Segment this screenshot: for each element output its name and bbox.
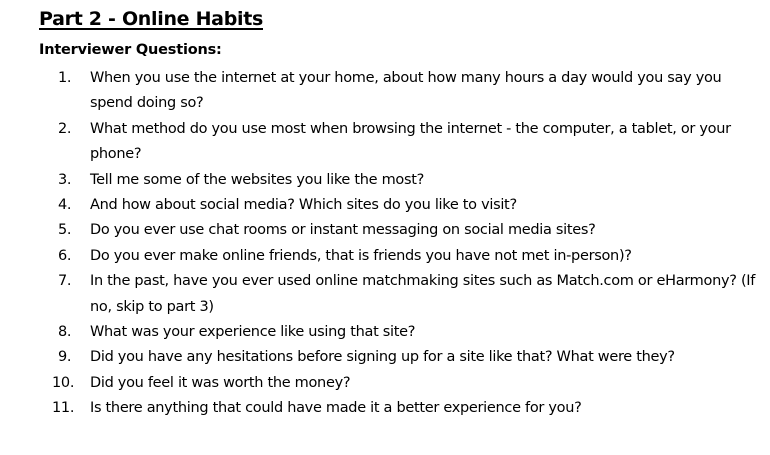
list-item: 6. Do you ever make online friends, that… bbox=[58, 244, 758, 269]
list-item: 10. Did you feel it was worth the money? bbox=[52, 371, 758, 396]
question-text: Tell me some of the websites you like th… bbox=[90, 171, 424, 188]
question-number: 3. bbox=[58, 171, 72, 188]
question-text: And how about social media? Which sites … bbox=[90, 197, 517, 214]
list-item: 1. When you use the internet at your hom… bbox=[58, 66, 758, 117]
question-text: Is there anything that could have made i… bbox=[90, 400, 582, 417]
question-text: Did you feel it was worth the money? bbox=[90, 374, 351, 391]
list-item: 4. And how about social media? Which sit… bbox=[58, 193, 758, 218]
section-heading: Part 2 - Online Habits bbox=[39, 8, 263, 30]
question-number: 8. bbox=[58, 324, 72, 341]
question-number: 9. bbox=[58, 349, 72, 366]
list-item: 2. What method do you use most when brow… bbox=[58, 117, 758, 168]
list-item: 11. Is there anything that could have ma… bbox=[52, 396, 758, 421]
question-text: What method do you use most when browsin… bbox=[90, 120, 731, 163]
document-page: Part 2 - Online Habits Interviewer Quest… bbox=[0, 0, 770, 455]
interviewer-questions-label: Interviewer Questions: bbox=[39, 42, 222, 58]
question-number: 1. bbox=[58, 70, 72, 86]
question-number: 2. bbox=[58, 120, 72, 137]
question-text: Do you ever use chat rooms or instant me… bbox=[90, 222, 596, 239]
question-text: Did you have any hesitations before sign… bbox=[90, 349, 675, 366]
list-item: 5. Do you ever use chat rooms or instant… bbox=[58, 218, 758, 243]
question-number: 11. bbox=[52, 400, 75, 417]
question-number: 5. bbox=[58, 222, 72, 239]
questions-list: 1. When you use the internet at your hom… bbox=[52, 66, 758, 422]
question-text: What was your experience like using that… bbox=[90, 324, 416, 341]
list-item: 3. Tell me some of the websites you like… bbox=[58, 168, 758, 193]
list-item: 8. What was your experience like using t… bbox=[58, 320, 758, 345]
question-number: 7. bbox=[58, 273, 72, 290]
list-item: 9. Did you have any hesitations before s… bbox=[58, 345, 758, 370]
list-item: 7. In the past, have you ever used onlin… bbox=[58, 269, 758, 320]
question-number: 10. bbox=[52, 374, 75, 391]
question-text: When you use the internet at your home, … bbox=[90, 70, 722, 112]
question-number: 4. bbox=[58, 197, 72, 214]
question-text: Do you ever make online friends, that is… bbox=[90, 247, 632, 264]
question-text: In the past, have you ever used online m… bbox=[90, 273, 756, 315]
question-number: 6. bbox=[58, 247, 72, 264]
